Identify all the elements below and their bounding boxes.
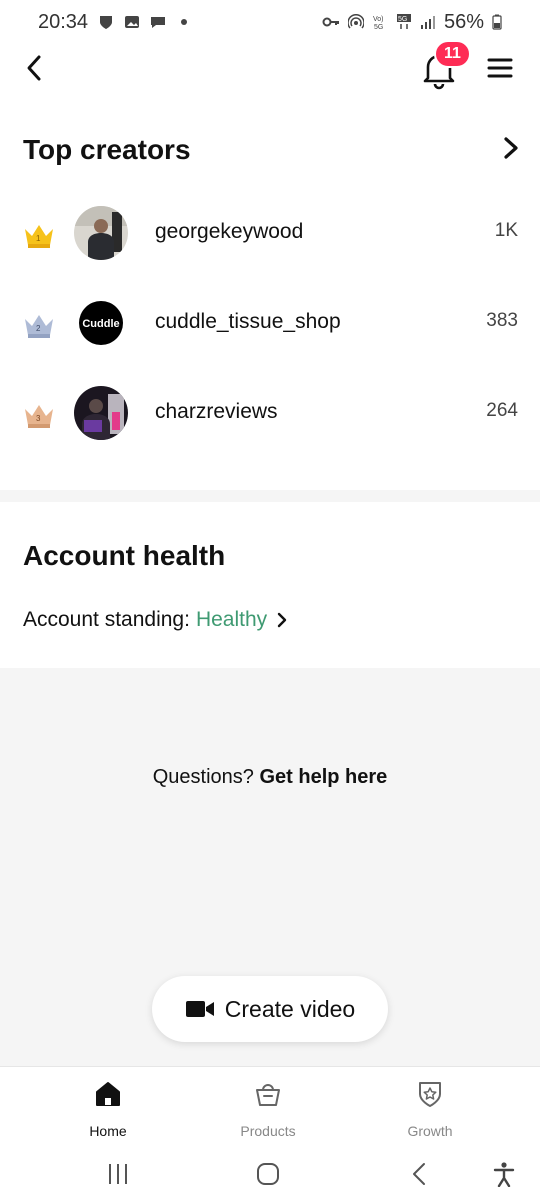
crown-bronze-icon: 3 bbox=[25, 405, 53, 428]
top-creators-section: Top creators 1 georgekeywood 1K 2 Cuddle… bbox=[0, 92, 540, 490]
help-prefix: Questions? bbox=[152, 766, 254, 788]
create-video-label: Create video bbox=[224, 995, 356, 1022]
get-help-link[interactable]: Get help here bbox=[259, 766, 387, 788]
creator-count: 1K bbox=[494, 220, 518, 241]
section-title-account-health: Account health bbox=[23, 540, 226, 571]
creator-name: georgekeywood bbox=[155, 220, 304, 243]
crown-silver-icon: 2 bbox=[25, 315, 53, 338]
creator-row[interactable]: 1 georgekeywood 1K bbox=[0, 198, 540, 278]
basket-icon bbox=[256, 1084, 280, 1106]
chevron-left-icon bbox=[27, 55, 41, 81]
nav-item-home[interactable]: Home bbox=[48, 1079, 168, 1145]
status-time: 20:34 bbox=[38, 10, 89, 33]
chat-icon bbox=[151, 17, 166, 28]
network-5g-icon: 5G bbox=[396, 14, 411, 29]
creator-name: charzreviews bbox=[155, 400, 278, 423]
creator-count: 264 bbox=[486, 400, 518, 421]
creator-count: 383 bbox=[486, 310, 518, 331]
image-icon bbox=[125, 16, 140, 28]
volte-icon: Vo)5G bbox=[373, 16, 384, 30]
recent-apps-button[interactable] bbox=[98, 1154, 138, 1194]
crown-rank: 1 bbox=[36, 234, 41, 243]
back-arrow-icon bbox=[413, 1163, 425, 1185]
signal-icon bbox=[420, 16, 435, 29]
system-navigation-bar bbox=[0, 1146, 540, 1200]
account-standing-label: Account standing: bbox=[23, 608, 190, 631]
nav-label-products: Products bbox=[240, 1123, 296, 1139]
video-camera-icon bbox=[185, 1001, 214, 1017]
menu-button[interactable] bbox=[482, 52, 518, 84]
creator-row[interactable]: 2 Cuddle cuddle_tissue_shop 383 bbox=[0, 288, 540, 368]
svg-text:Vo): Vo) bbox=[373, 16, 384, 23]
crown-gold-icon: 1 bbox=[25, 225, 53, 248]
top-creators-more-button[interactable] bbox=[496, 132, 524, 164]
bottom-nav: Home Products Growth bbox=[0, 1066, 540, 1146]
nav-item-products[interactable]: Products bbox=[208, 1079, 328, 1145]
nav-item-growth[interactable]: Growth bbox=[370, 1079, 490, 1145]
nav-label-home: Home bbox=[89, 1123, 127, 1139]
creator-row[interactable]: 3 charzreviews 264 bbox=[0, 378, 540, 458]
svg-text:5G: 5G bbox=[374, 24, 383, 30]
recent-apps-icon bbox=[109, 1164, 127, 1184]
shield-star-icon bbox=[419, 1082, 441, 1107]
accessibility-icon bbox=[493, 1162, 515, 1187]
avatar[interactable] bbox=[74, 206, 128, 260]
home-circle-icon bbox=[257, 1163, 279, 1185]
back-button[interactable] bbox=[16, 50, 52, 86]
nav-label-growth: Growth bbox=[407, 1123, 453, 1139]
shield-icon bbox=[100, 16, 113, 29]
back-system-button[interactable] bbox=[400, 1154, 440, 1194]
accessibility-button[interactable] bbox=[484, 1154, 524, 1194]
battery-percent: 56% bbox=[443, 10, 484, 33]
account-standing-link[interactable]: Account standing: Healthy bbox=[23, 608, 291, 632]
home-icon bbox=[96, 1082, 120, 1106]
dot-icon bbox=[181, 19, 188, 25]
notification-badge: 11 bbox=[434, 40, 471, 68]
status-bar: 20:34 Vo) 5G 5G 56% bbox=[0, 0, 540, 44]
hamburger-menu-icon bbox=[487, 58, 513, 78]
hotspot-icon bbox=[347, 14, 364, 29]
account-health-section: Account health Account standing: Healthy bbox=[0, 502, 540, 668]
help-line: Questions? Get help here bbox=[0, 766, 540, 789]
crown-rank: 3 bbox=[36, 414, 41, 423]
avatar-logo-text: Cuddle bbox=[82, 318, 119, 330]
account-standing-value: Healthy bbox=[195, 608, 268, 631]
create-video-button[interactable]: Create video bbox=[152, 976, 388, 1042]
key-icon bbox=[322, 17, 339, 27]
avatar[interactable] bbox=[74, 386, 128, 440]
chevron-right-icon bbox=[504, 137, 518, 159]
chevron-right-icon bbox=[277, 612, 287, 628]
crown-rank: 2 bbox=[36, 324, 41, 333]
creator-name: cuddle_tissue_shop bbox=[155, 310, 341, 333]
top-bar: 11 bbox=[0, 40, 540, 92]
avatar[interactable]: Cuddle bbox=[74, 296, 128, 350]
section-title-top-creators: Top creators bbox=[23, 134, 191, 165]
svg-text:5G: 5G bbox=[398, 16, 407, 23]
home-system-button[interactable] bbox=[248, 1154, 288, 1194]
battery-icon bbox=[492, 14, 502, 30]
